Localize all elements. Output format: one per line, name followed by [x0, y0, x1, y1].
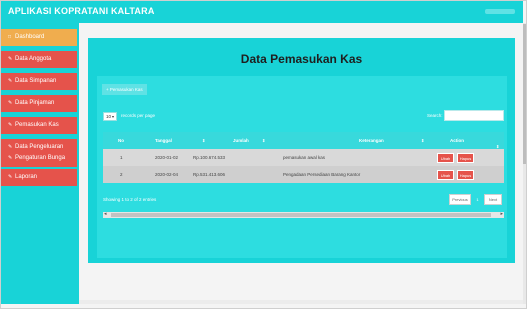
sort-icon: ⇕ — [421, 138, 425, 143]
next-page-button[interactable]: Next — [484, 194, 502, 205]
app-brand[interactable]: APLIKASI KOPRATANI KALTARA — [8, 6, 155, 16]
add-pemasukan-button[interactable]: + Pemasukan Kas — [102, 84, 147, 95]
column-header-jumlah[interactable]: Jumlah — [233, 132, 249, 149]
page-icon: ✎ — [8, 56, 13, 62]
records-per-page-label: records per page — [121, 113, 156, 118]
page-title: Data Pemasukan Kas — [240, 52, 363, 66]
page-icon: ✎ — [8, 78, 13, 84]
table-horizontal-scrollbar[interactable]: ◂ ▸ — [103, 211, 504, 218]
cell-jumlah: Rp.531.413.606 — [193, 172, 226, 177]
cell-tanggal: 2020-01-02 — [155, 155, 179, 160]
data-table: No Tanggal ⇕ Jumlah ⇕ Keterangan ⇕ Actio… — [103, 132, 504, 183]
data-card: + Pemasukan Kas 10 ▾ records per page Se… — [97, 76, 507, 258]
sidebar-item-data-simpanan[interactable]: ✎ Data Simpanan — [1, 73, 77, 90]
cell-no: 1 — [120, 155, 123, 160]
column-header-action: Action — [450, 138, 464, 143]
column-header-tanggal[interactable]: Tanggal — [155, 132, 172, 149]
records-per-page-select[interactable]: 10 — [103, 112, 117, 121]
sidebar-item-label: Pengaturan Bunga — [15, 155, 66, 161]
sidebar-item-data-anggota[interactable]: ✎ Data Anggota — [1, 51, 77, 68]
cell-no: 2 — [120, 172, 123, 177]
page-icon: ✎ — [8, 122, 13, 128]
page-icon: ✎ — [8, 155, 13, 161]
sidebar-item-pemasukan-kas[interactable]: ✎ Pemasukan Kas — [1, 117, 77, 134]
cell-keterangan: pemasukan awal kas — [283, 155, 326, 160]
cell-jumlah: Rp.100.674.533 — [193, 155, 226, 160]
cell-tanggal: 2020-02-04 — [155, 172, 179, 177]
bottom-scrollbar-track — [79, 300, 523, 304]
content-panel: Data Pemasukan Kas + Pemasukan Kas 10 ▾ … — [88, 38, 515, 263]
page-icon: ✎ — [8, 100, 13, 106]
column-header-keterangan[interactable]: Keterangan — [359, 132, 384, 149]
page-icon: ✎ — [8, 174, 13, 180]
chevron-down-icon: ▾ — [112, 114, 115, 119]
page-button-current[interactable]: 1 — [473, 194, 482, 205]
sidebar-item-dashboard[interactable]: □ Dashboard — [1, 29, 77, 46]
sidebar-item-label: Dashboard — [15, 34, 45, 40]
table-scrollbar-thumb[interactable] — [111, 213, 491, 217]
home-icon: □ — [8, 34, 12, 40]
sidebar-item-label: Pemasukan Kas — [15, 122, 59, 128]
edit-button[interactable]: Ubah — [437, 153, 454, 163]
page-scrollbar-thumb[interactable] — [523, 24, 526, 164]
table-info: Showing 1 to 2 of 2 entries — [103, 197, 157, 202]
delete-button[interactable]: Hapus — [457, 170, 474, 180]
sidebar-item-label: Data Anggota — [15, 56, 52, 62]
previous-page-button[interactable]: Previous — [449, 194, 471, 205]
sidebar-item-label: Laporan — [15, 174, 38, 180]
sidebar-item-label: Data Simpanan — [15, 78, 57, 84]
column-header-no[interactable]: No — [118, 132, 124, 149]
sidebar-item-laporan[interactable]: ✎ Laporan — [1, 169, 77, 186]
search-input[interactable] — [444, 110, 504, 121]
top-navbar: APLIKASI KOPRATANI KALTARA — [1, 1, 523, 23]
sidebar-item-data-pinjaman[interactable]: ✎ Data Pinjaman — [1, 95, 77, 112]
table-header-row: No Tanggal ⇕ Jumlah ⇕ Keterangan ⇕ Actio… — [103, 132, 504, 149]
edit-button[interactable]: Ubah — [437, 170, 454, 180]
sidebar: □ Dashboard ✎ Data Anggota ✎ Data Simpanan … — [1, 23, 79, 304]
scroll-left-icon[interactable]: ◂ — [104, 211, 107, 217]
sidebar-item-label: Data Pinjaman — [15, 100, 55, 106]
scroll-right-icon[interactable]: ▸ — [500, 211, 503, 217]
delete-button[interactable]: Hapus — [457, 153, 474, 163]
sort-icon: ⇕ — [202, 138, 206, 143]
sort-icon: ⇕ — [262, 138, 266, 143]
table-row: 1 2020-01-02 Rp.100.674.533 pemasukan aw… — [103, 149, 504, 166]
search-label: Search: — [427, 113, 443, 118]
cell-keterangan: Pengadaan Persediaan Barang Kantor — [283, 172, 361, 177]
sidebar-item-pengaturan-bunga[interactable]: ✎ Pengaturan Bunga — [1, 150, 77, 167]
table-row: 2 2020-02-04 Rp.531.413.606 Pengadaan Pe… — [103, 166, 504, 183]
user-menu[interactable] — [485, 9, 515, 14]
